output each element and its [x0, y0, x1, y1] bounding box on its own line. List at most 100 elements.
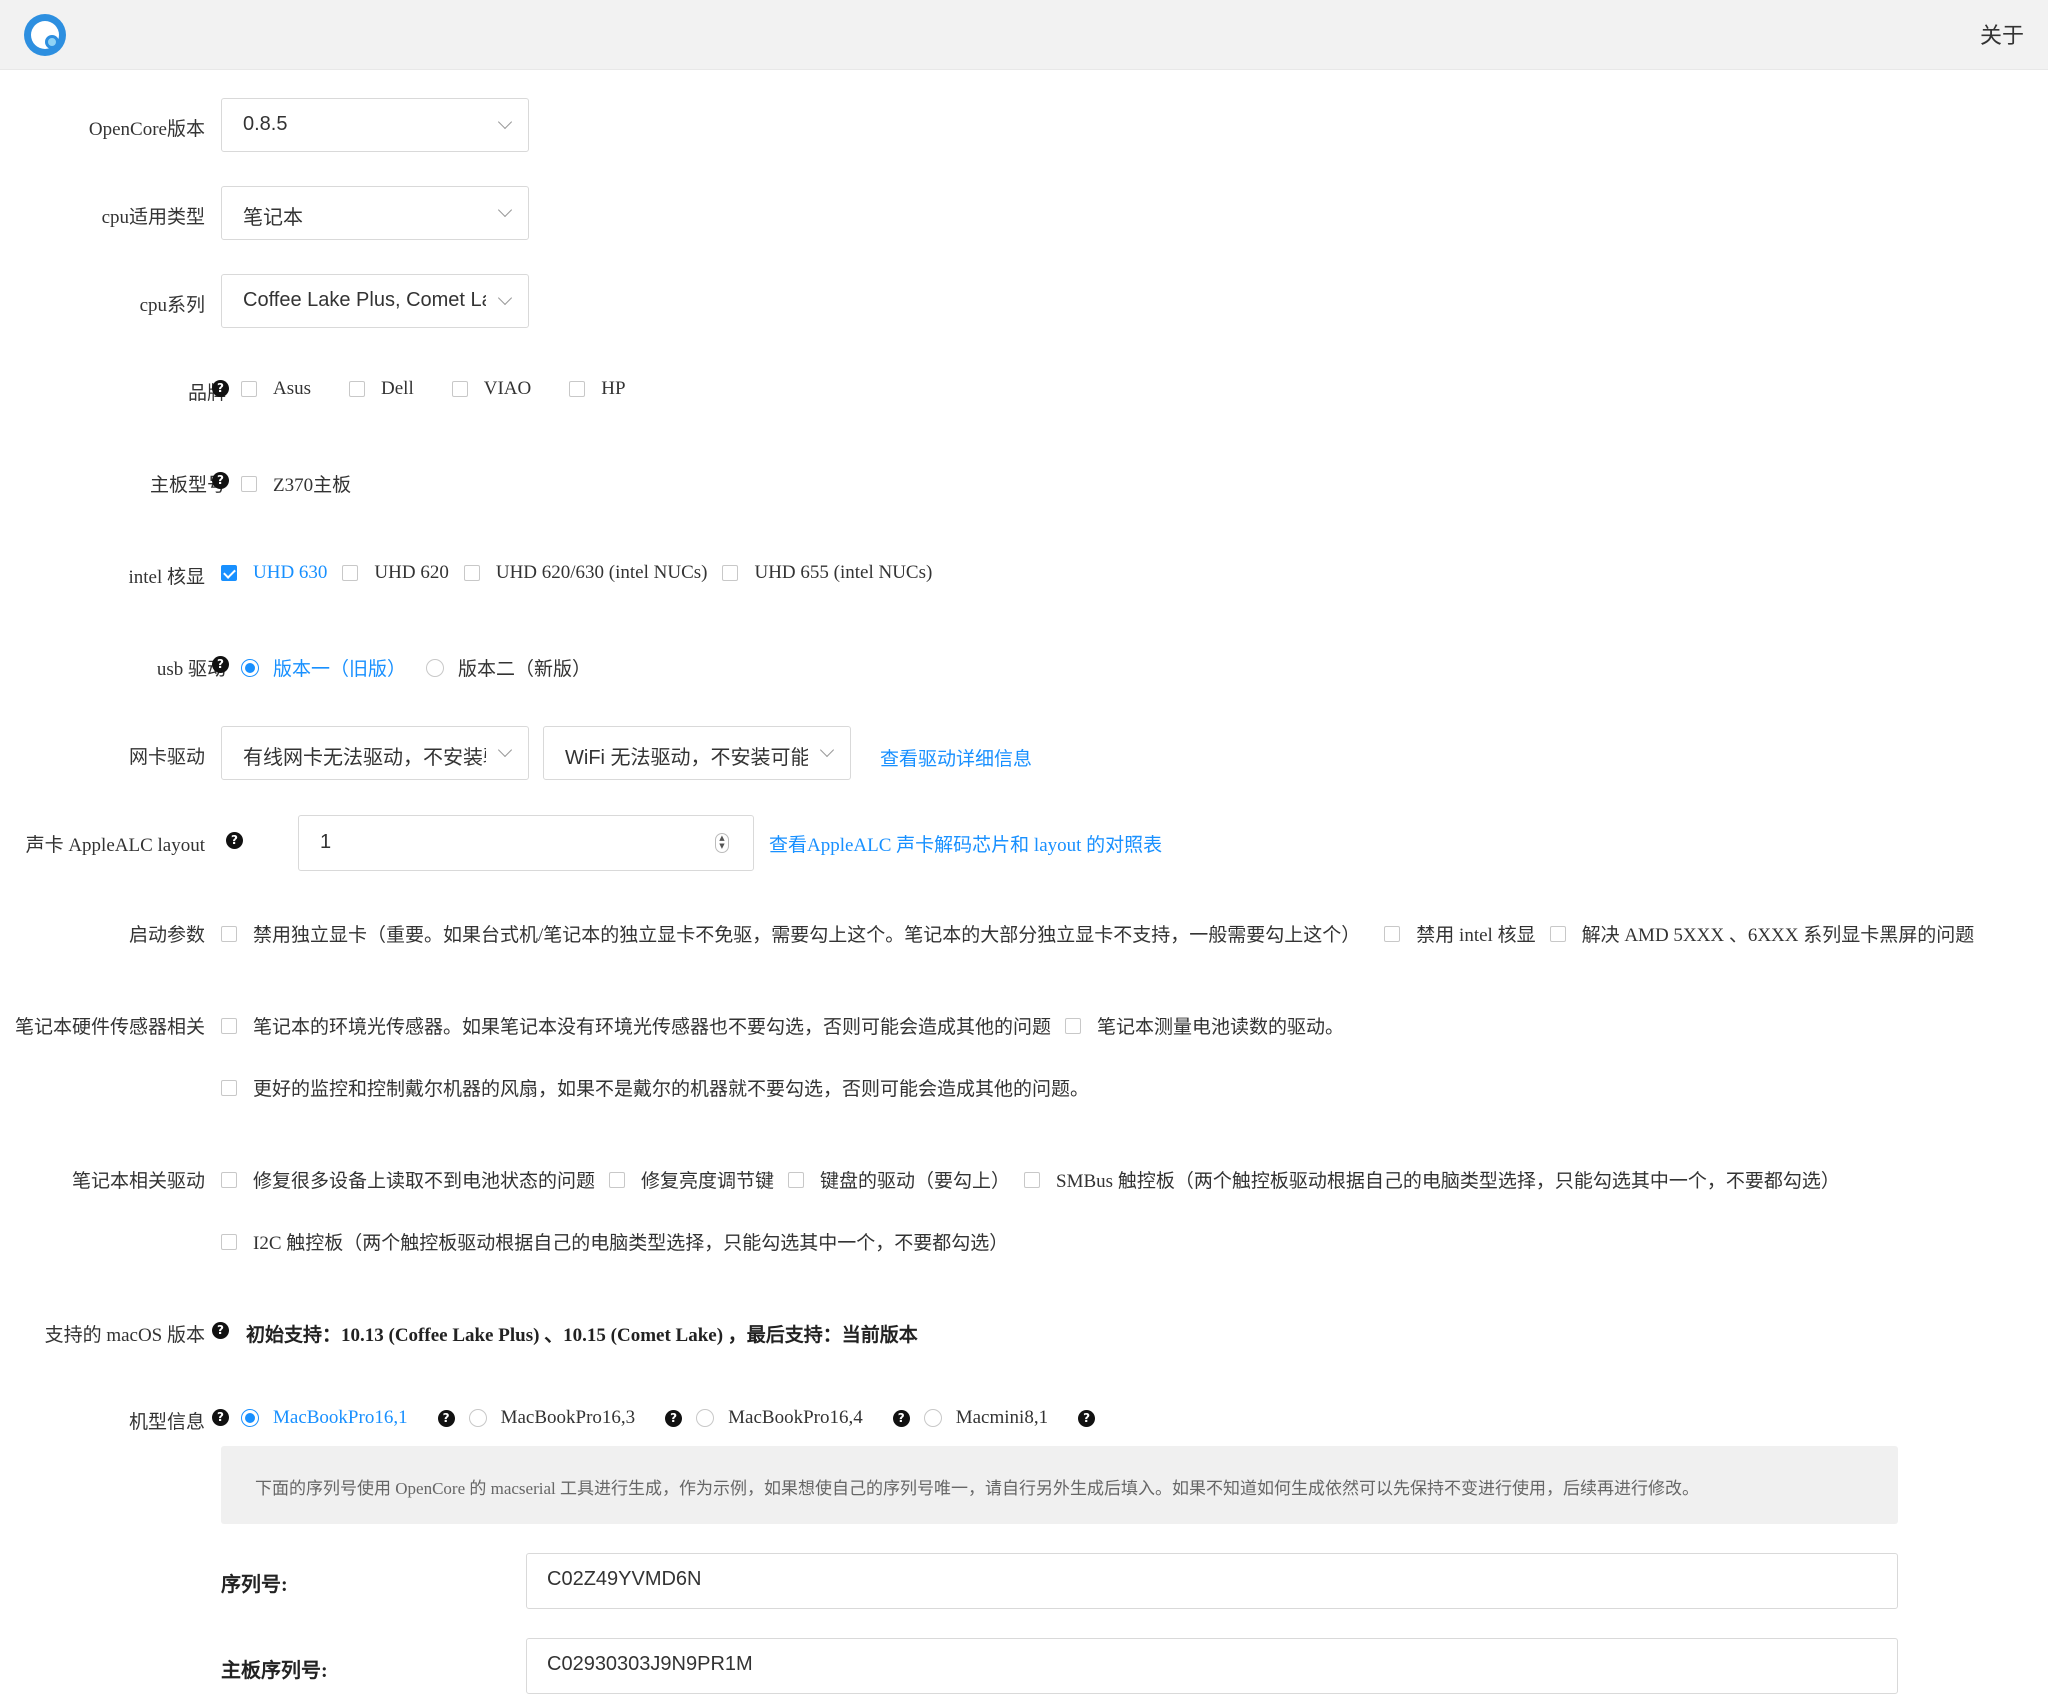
- checkbox[interactable]: [1549, 925, 1566, 942]
- laptop-option-brightness[interactable]: 修复亮度调节键: [609, 1166, 774, 1193]
- igpu-option-uhd630[interactable]: UHD 630: [221, 562, 327, 584]
- checkbox[interactable]: [788, 1171, 805, 1188]
- model-option-mbp16-3[interactable]: MacBookPro16,3: [468, 1407, 635, 1429]
- checkbox[interactable]: [1024, 1171, 1041, 1188]
- laptop-option-keyboard[interactable]: 键盘的驱动（要勾上）: [788, 1166, 1010, 1193]
- macos-label: 支持的 macOS 版本: [44, 1325, 205, 1346]
- checkbox[interactable]: [349, 381, 366, 397]
- checkbox[interactable]: [221, 1079, 237, 1096]
- sensor-option-dell-fan[interactable]: 更好的监控和控制戴尔机器的风扇，如果不是戴尔的机器就不要勾选，否则可能会造成其他…: [221, 1074, 1089, 1101]
- chevron-down-icon: [497, 290, 513, 306]
- help-icon[interactable]: ?: [212, 656, 229, 673]
- brand-option-dell[interactable]: Dell: [349, 378, 414, 400]
- checkbox[interactable]: [221, 1017, 237, 1034]
- usb-options: 版本一（旧版） 版本二（新版）: [241, 654, 613, 681]
- brand-options: Asus Dell VIAO HP: [241, 378, 648, 400]
- help-icon[interactable]: ?: [1078, 1409, 1096, 1427]
- radio[interactable]: [468, 1409, 487, 1427]
- brand-option-asus[interactable]: Asus: [241, 378, 311, 400]
- help-icon[interactable]: ?: [212, 1322, 229, 1339]
- checkbox[interactable]: [722, 565, 739, 581]
- boot-args-options: 禁用独立显卡（重要。如果台式机/笔记本的独立显卡不免驱，需要勾上这个。笔记本的大…: [221, 920, 1974, 947]
- help-icon[interactable]: ?: [437, 1409, 455, 1427]
- laptop-option-i2c-touchpad[interactable]: I2C 触控板（两个触控板驱动根据自己的电脑类型选择，只能勾选其中一个，不要都勾…: [221, 1228, 1008, 1255]
- model-option-macmini8-1[interactable]: Macmini8,1: [923, 1407, 1048, 1429]
- wired-nic-select[interactable]: 有线网卡无法驱动，不安装驱动: [221, 726, 529, 780]
- laptop-driver-options-row2: I2C 触控板（两个触控板驱动根据自己的电脑类型选择，只能勾选其中一个，不要都勾…: [221, 1228, 1030, 1255]
- checkbox[interactable]: [1065, 1017, 1082, 1034]
- checkbox[interactable]: [221, 925, 237, 942]
- audio-layout-input[interactable]: 1 ▲ ▼: [298, 815, 754, 871]
- checkbox[interactable]: [241, 381, 257, 397]
- serial-label: 序列号:: [221, 1574, 288, 1596]
- igpu-option-uhd620[interactable]: UHD 620: [342, 562, 449, 584]
- igpu-option-uhd655-nuc[interactable]: UHD 655 (intel NUCs): [722, 562, 932, 584]
- help-icon[interactable]: ?: [226, 832, 243, 849]
- opencore-label: OpenCore版本: [88, 119, 205, 140]
- boot-option-disable-igpu[interactable]: 禁用 intel 核显: [1384, 920, 1536, 947]
- model-option-mbp16-1[interactable]: MacBookPro16,1: [241, 1407, 408, 1429]
- checkbox[interactable]: [241, 475, 257, 492]
- radio[interactable]: [923, 1409, 942, 1427]
- stepper-icon[interactable]: ▲ ▼: [715, 833, 729, 853]
- model-option-mbp16-4[interactable]: MacBookPro16,4: [696, 1407, 863, 1429]
- radio-selected[interactable]: [241, 1409, 259, 1427]
- opencore-version-select[interactable]: 0.8.5: [221, 98, 529, 152]
- sensors-label: 笔记本硬件传感器相关: [14, 1017, 205, 1038]
- model-options: MacBookPro16,1 ? MacBookPro16,3 ? MacBoo…: [241, 1407, 1096, 1429]
- board-serial-input[interactable]: [526, 1638, 1898, 1694]
- help-icon[interactable]: ?: [212, 1409, 229, 1426]
- chevron-down-icon: [497, 742, 513, 758]
- applealc-table-link[interactable]: 查看AppleALC 声卡解码芯片和 layout 的对照表: [769, 830, 1162, 857]
- checkbox[interactable]: [221, 1233, 237, 1250]
- boot-option-disable-dgpu[interactable]: 禁用独立显卡（重要。如果台式机/笔记本的独立显卡不免驱，需要勾上这个。笔记本的大…: [221, 920, 1360, 947]
- laptop-option-smbus-touchpad[interactable]: SMBus 触控板（两个触控板驱动根据自己的电脑类型选择，只能勾选其中一个，不要…: [1024, 1166, 1840, 1193]
- igpu-option-uhd620-630-nuc[interactable]: UHD 620/630 (intel NUCs): [463, 562, 707, 584]
- checkbox[interactable]: [609, 1171, 626, 1188]
- cpu-type-label: cpu适用类型: [101, 207, 205, 228]
- laptop-drivers-label: 笔记本相关驱动: [71, 1171, 205, 1192]
- wifi-nic-select[interactable]: WiFi 无法驱动，不安装可能: [543, 726, 851, 780]
- sensor-option-battery[interactable]: 笔记本测量电池读数的驱动。: [1065, 1012, 1344, 1039]
- board-option-z370[interactable]: Z370主板: [241, 470, 351, 497]
- checkbox[interactable]: [569, 381, 586, 397]
- cpu-type-select[interactable]: 笔记本: [221, 186, 529, 240]
- sensor-option-ambient-light[interactable]: 笔记本的环境光传感器。如果笔记本没有环境光传感器也不要勾选，否则可能会造成其他的…: [221, 1012, 1051, 1039]
- boot-option-amd-blackscreen[interactable]: 解决 AMD 5XXX 、6XXX 系列显卡黑屏的问题: [1549, 920, 1974, 947]
- radio[interactable]: [426, 658, 445, 677]
- board-serial-field[interactable]: [547, 1653, 1847, 1676]
- board-options: Z370主板: [241, 470, 373, 497]
- igpu-label: intel 核显: [128, 567, 205, 588]
- checkbox[interactable]: [221, 1171, 237, 1188]
- radio[interactable]: [696, 1409, 715, 1427]
- driver-details-link[interactable]: 查看驱动详细信息: [880, 744, 1032, 771]
- serial-input[interactable]: [526, 1553, 1898, 1609]
- help-icon[interactable]: ?: [212, 472, 229, 489]
- serial-notice: 下面的序列号使用 OpenCore 的 macserial 工具进行生成，作为示…: [221, 1446, 1898, 1524]
- help-icon[interactable]: ?: [892, 1409, 910, 1427]
- brand-option-viao[interactable]: VIAO: [451, 378, 531, 400]
- checkbox[interactable]: [1384, 925, 1401, 942]
- brand-option-hp[interactable]: HP: [569, 378, 626, 400]
- serial-field[interactable]: [547, 1568, 1847, 1591]
- chevron-down-icon: [497, 202, 513, 218]
- about-link[interactable]: 关于: [1980, 18, 2024, 50]
- nic-label: 网卡驱动: [128, 747, 205, 768]
- chevron-down-icon: [819, 742, 835, 758]
- macos-support-text: 初始支持：10.13 (Coffee Lake Plus) 、10.15 (Co…: [246, 1325, 918, 1346]
- laptop-option-battery-status[interactable]: 修复很多设备上读取不到电池状态的问题: [221, 1166, 595, 1193]
- radio-selected[interactable]: [241, 658, 259, 677]
- usb-option-v2[interactable]: 版本二（新版）: [426, 654, 591, 681]
- cpu-series-select[interactable]: Coffee Lake Plus, Comet Lake: [221, 274, 529, 328]
- checkbox[interactable]: [342, 565, 359, 581]
- laptop-driver-options-row1: 修复很多设备上读取不到电池状态的问题 修复亮度调节键 键盘的驱动（要勾上） SM…: [221, 1166, 1862, 1193]
- app-logo-icon[interactable]: [24, 14, 66, 56]
- help-icon[interactable]: ?: [212, 380, 229, 397]
- help-icon[interactable]: ?: [665, 1409, 683, 1427]
- usb-option-v1[interactable]: 版本一（旧版）: [241, 654, 406, 681]
- checkbox[interactable]: [463, 565, 480, 581]
- cpu-series-label: cpu系列: [139, 295, 205, 316]
- boot-args-label: 启动参数: [128, 925, 205, 946]
- checkbox-checked[interactable]: [221, 565, 237, 581]
- checkbox[interactable]: [451, 381, 468, 397]
